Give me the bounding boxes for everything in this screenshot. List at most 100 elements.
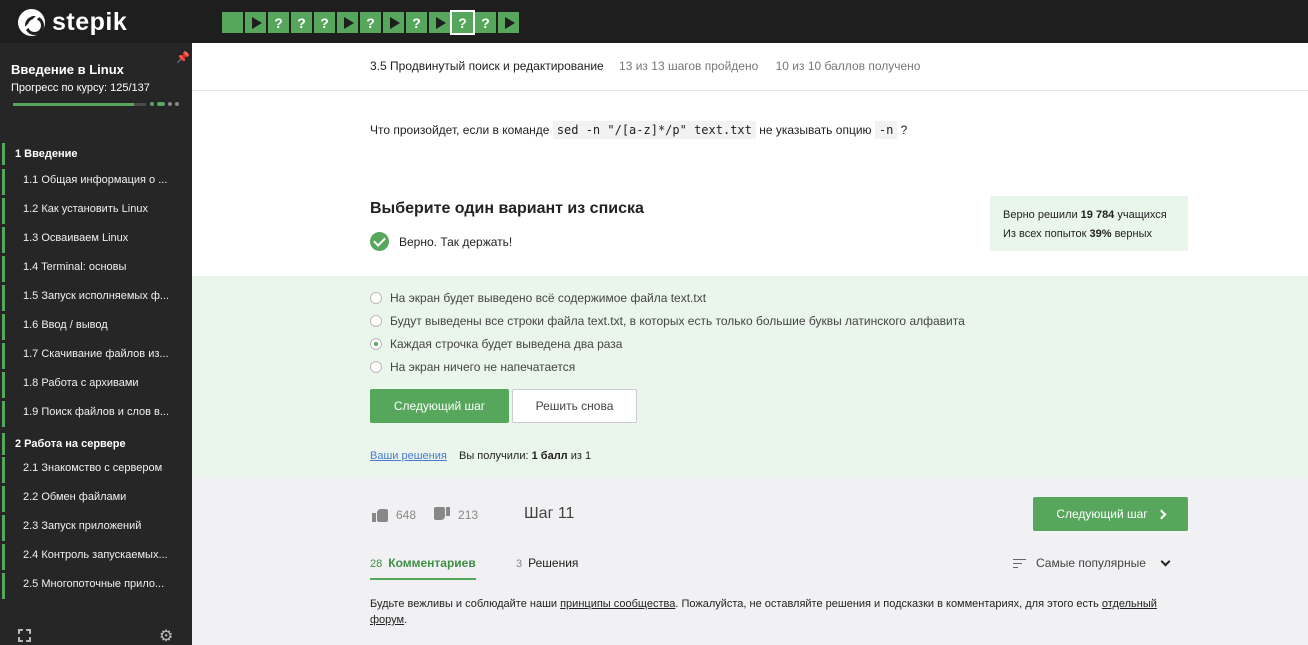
- radio-button[interactable]: [370, 292, 382, 304]
- sidebar-item-lesson[interactable]: 1.5 Запуск исполняемых ф...: [2, 285, 192, 311]
- check-circle-icon: [370, 232, 389, 251]
- course-sidebar: 📌 Введение в Linux Прогресс по курсу: 12…: [0, 43, 192, 645]
- radio-button[interactable]: [370, 361, 382, 373]
- gear-icon[interactable]: ⚙: [159, 626, 173, 645]
- answer-option[interactable]: На экран ничего не напечатается: [370, 360, 575, 374]
- sort-dropdown[interactable]: Самые популярные: [1013, 556, 1171, 570]
- your-solutions-link[interactable]: Ваши решения: [370, 450, 447, 462]
- sidebar-item-lesson[interactable]: 1.1 Общая информация о ...: [2, 169, 192, 195]
- sidebar-item-lesson[interactable]: 1.4 Terminal: основы: [2, 256, 192, 282]
- fullscreen-icon[interactable]: [18, 629, 31, 642]
- tab-solutions-count: 3: [516, 558, 523, 570]
- step-nav-8[interactable]: [383, 12, 404, 33]
- step-nav-1[interactable]: [222, 12, 243, 33]
- notice-text-2: . Пожалуйста, не оставляйте решения и по…: [675, 598, 1102, 610]
- score-post: из 1: [567, 450, 592, 462]
- step-nav-13[interactable]: [498, 12, 519, 33]
- step-nav-3[interactable]: ?: [268, 12, 289, 33]
- chevron-right-icon: [1156, 509, 1167, 519]
- dislikes-count: 213: [458, 507, 479, 522]
- sort-label: Самые популярные: [1036, 556, 1146, 570]
- step-nav-9[interactable]: ?: [406, 12, 427, 33]
- score-value: 1 балл: [531, 450, 568, 462]
- stats-attempts-percent: 39%: [1089, 228, 1112, 240]
- stats-solved-count: 19 784: [1080, 209, 1115, 221]
- stats-solved: Верно решили 19 784 учащихся: [1003, 206, 1188, 225]
- quiz-stats: Верно решили 19 784 учащихся Из всех поп…: [990, 196, 1188, 251]
- comments-notice: Будьте вежливы и соблюдайте наши принцип…: [370, 596, 1170, 628]
- question-before: Что произойдет, если в команде: [370, 123, 553, 137]
- stats-solved-pre: Верно решили: [1003, 209, 1081, 221]
- thumbs-down-icon[interactable]: [434, 507, 450, 522]
- question-middle: не указывать опцию: [755, 123, 875, 137]
- tab-comments-label: Комментариев: [388, 556, 476, 570]
- course-progress-bar: [13, 103, 146, 106]
- course-progress-fill: [13, 103, 135, 106]
- notice-text-1: Будьте вежливы и соблюдайте наши: [370, 598, 561, 610]
- sidebar-item-lesson[interactable]: 1.6 Ввод / вывод: [2, 314, 192, 340]
- radio-button[interactable]: [370, 338, 382, 350]
- step-nav-5[interactable]: ?: [314, 12, 335, 33]
- radio-button[interactable]: [370, 315, 382, 327]
- sidebar-item-lesson[interactable]: 2.5 Многопоточные прило...: [2, 573, 192, 599]
- sidebar-section-2[interactable]: 2 Работа на сервере: [2, 433, 192, 455]
- step-nav-6[interactable]: [337, 12, 358, 33]
- chevron-down-icon: [1160, 556, 1171, 566]
- steps-done: 13 из 13 шагов пройдено: [619, 59, 759, 73]
- progress-dot: [157, 102, 165, 106]
- step-nav-7[interactable]: ?: [360, 12, 381, 33]
- sidebar-item-lesson[interactable]: 1.8 Работа с архивами: [2, 372, 192, 398]
- step-nav-4[interactable]: ?: [291, 12, 312, 33]
- progress-dot: [175, 102, 179, 106]
- step-nav-2[interactable]: [245, 12, 266, 33]
- answer-option[interactable]: Каждая строчка будет выведена два раза: [370, 337, 622, 351]
- lesson-header: 3.5 Продвинутый поиск и редактирование 1…: [370, 59, 920, 73]
- answer-panel: На экран будет выведено всё содержимое ф…: [192, 276, 1308, 477]
- retry-button[interactable]: Решить снова: [512, 389, 637, 423]
- sidebar-item-lesson[interactable]: 2.2 Обмен файлами: [2, 486, 192, 512]
- step-navigation: ???????: [222, 10, 521, 35]
- step-nav-10[interactable]: [429, 12, 450, 33]
- course-progress-label: Прогресс по курсу: 125/137: [11, 82, 150, 94]
- answer-option-label: Будут выведены все строки файла text.txt…: [390, 314, 965, 328]
- likes-count: 648: [396, 507, 417, 522]
- course-title[interactable]: Введение в Linux: [11, 62, 124, 77]
- answer-option-label: Каждая строчка будет выведена два раза: [390, 337, 623, 351]
- sidebar-item-lesson[interactable]: 2.1 Знакомство с сервером: [2, 457, 192, 483]
- top-bar: stepik ???????: [0, 0, 1308, 43]
- thumbs-up-icon[interactable]: [372, 507, 388, 522]
- quiz-title: Выберите один вариант из списка: [370, 200, 644, 217]
- question-text: Что произойдет, если в команде sed -n "/…: [370, 121, 908, 139]
- stepik-logo-icon: [18, 9, 45, 36]
- header-divider: [192, 90, 1308, 91]
- answer-option[interactable]: Будут выведены все строки файла text.txt…: [370, 314, 965, 328]
- answer-option[interactable]: На экран будет выведено всё содержимое ф…: [370, 291, 706, 305]
- score-pre: Вы получили:: [459, 450, 532, 462]
- next-step-button[interactable]: Следующий шаг: [370, 389, 509, 423]
- tab-comments[interactable]: 28 Комментариев: [370, 556, 476, 580]
- stats-solved-post: учащихся: [1114, 209, 1167, 221]
- stats-attempts-pre: Из всех попыток: [1003, 228, 1090, 240]
- progress-dot: [168, 102, 172, 106]
- sidebar-item-lesson[interactable]: 2.3 Запуск приложений: [2, 515, 192, 541]
- sidebar-item-lesson[interactable]: 1.2 Как установить Linux: [2, 198, 192, 224]
- stats-attempts: Из всех попыток 39% верных: [1003, 225, 1188, 244]
- main-content: 3.5 Продвинутый поиск и редактирование 1…: [192, 43, 1308, 645]
- sidebar-item-lesson[interactable]: 1.7 Скачивание файлов из...: [2, 343, 192, 369]
- logo-text: stepik: [52, 8, 128, 36]
- tab-solutions[interactable]: 3 Решения: [516, 556, 578, 578]
- question-after: ?: [897, 123, 908, 137]
- sidebar-item-lesson[interactable]: 1.9 Поиск файлов и слов в...: [2, 401, 192, 427]
- step-nav-11[interactable]: ?: [450, 10, 475, 35]
- community-rules-link[interactable]: принципы сообщества: [560, 598, 675, 610]
- lesson-title[interactable]: 3.5 Продвинутый поиск и редактирование: [370, 59, 604, 73]
- sidebar-item-lesson[interactable]: 2.4 Контроль запускаемых...: [2, 544, 192, 570]
- question-code-command: sed -n "/[a-z]*/p" text.txt: [552, 121, 756, 139]
- tab-solutions-label: Решения: [528, 556, 579, 570]
- pin-icon[interactable]: 📌: [176, 51, 190, 64]
- sidebar-item-lesson[interactable]: 1.3 Осваиваем Linux: [2, 227, 192, 253]
- sidebar-section-1[interactable]: 1 Введение: [2, 143, 192, 165]
- next-step-footer-button[interactable]: Следующий шаг: [1033, 497, 1188, 531]
- step-nav-12[interactable]: ?: [475, 12, 496, 33]
- stepik-logo[interactable]: stepik: [18, 8, 127, 37]
